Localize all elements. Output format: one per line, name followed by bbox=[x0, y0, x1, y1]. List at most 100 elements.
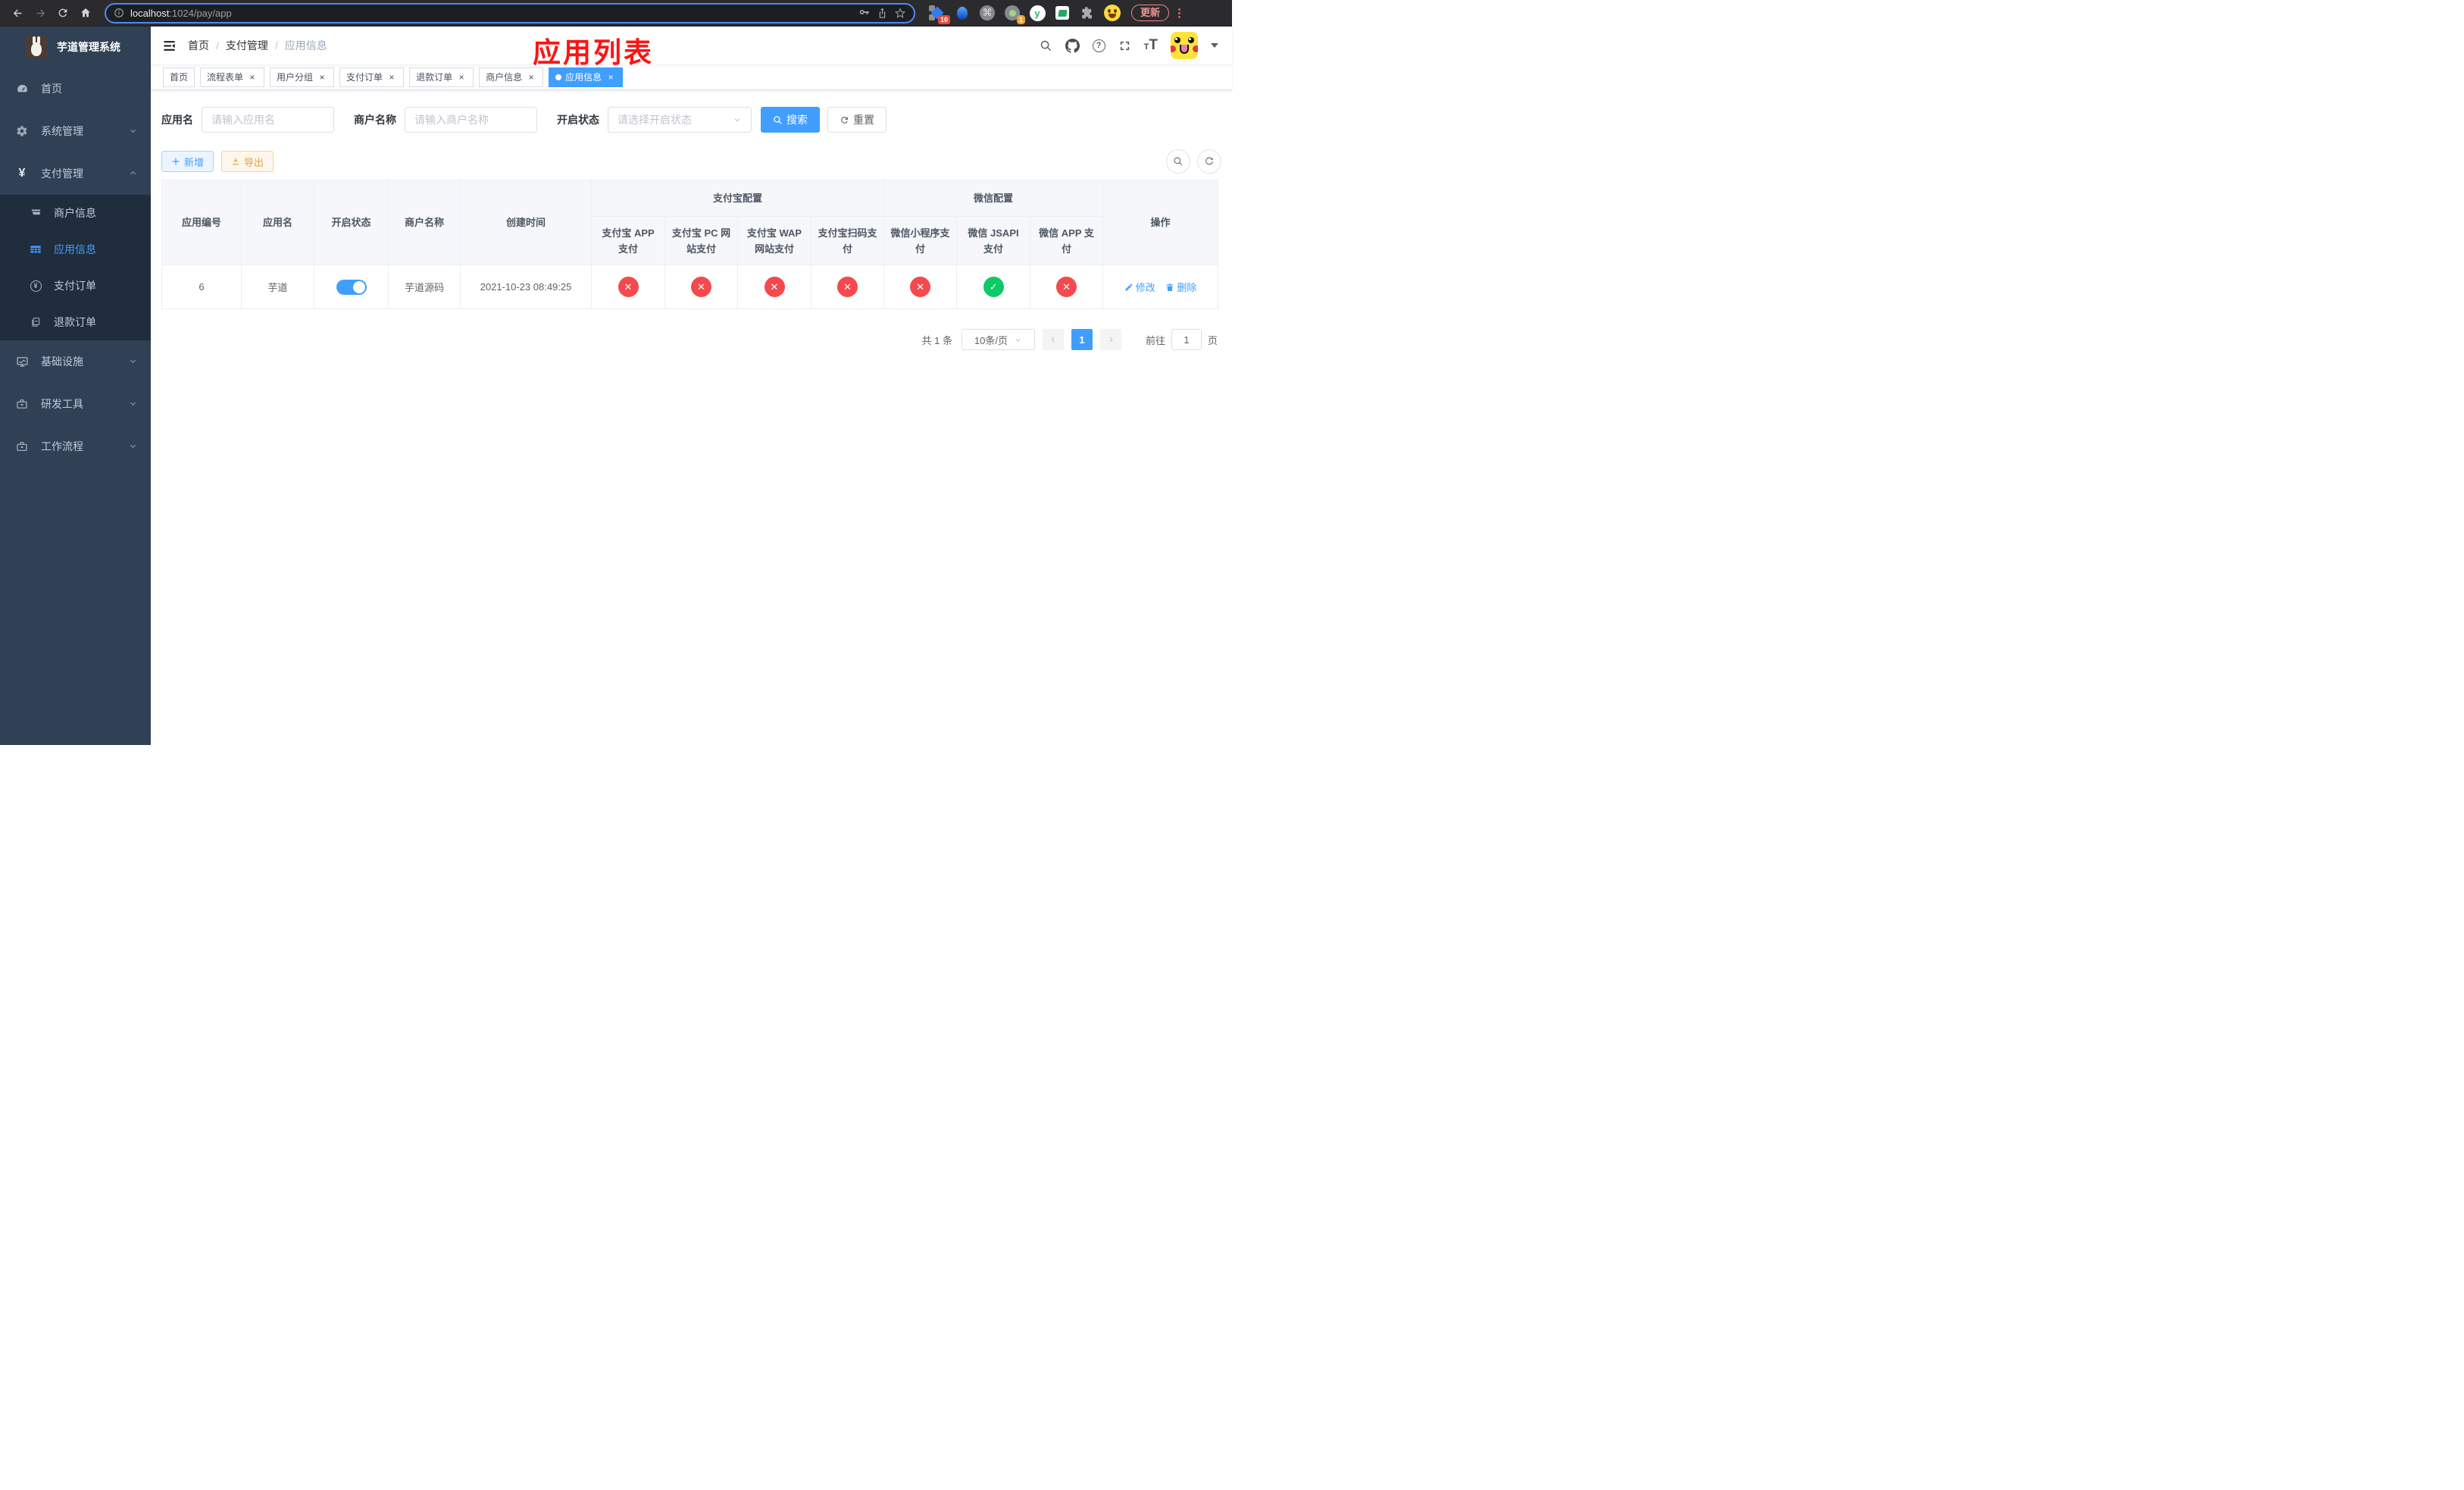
col-status: 开启状态 bbox=[314, 180, 389, 265]
sidebar-item-label: 支付管理 bbox=[41, 167, 83, 180]
browser-back-icon[interactable] bbox=[8, 3, 27, 23]
navbar-actions: ? TT bbox=[1040, 32, 1232, 59]
yudao-extension-icon[interactable]: y bbox=[1029, 5, 1046, 21]
tab-user-group[interactable]: 用户分组 × bbox=[270, 67, 335, 87]
close-icon[interactable]: × bbox=[456, 72, 467, 83]
close-icon[interactable]: × bbox=[386, 72, 397, 83]
refresh-table-button[interactable] bbox=[1197, 149, 1221, 174]
avatar-caret-icon[interactable] bbox=[1211, 43, 1218, 48]
sidebar-item-payment-orders[interactable]: ¥ 支付订单 bbox=[0, 268, 151, 304]
app-name-input[interactable] bbox=[202, 107, 334, 133]
status-toggle[interactable] bbox=[336, 279, 367, 295]
close-icon[interactable]: × bbox=[526, 72, 536, 83]
sidebar-item-label: 系统管理 bbox=[41, 125, 83, 137]
plus-icon bbox=[172, 158, 180, 165]
sidebar-item-home[interactable]: 首页 bbox=[0, 67, 151, 110]
close-icon[interactable]: × bbox=[317, 72, 327, 83]
site-info-icon[interactable] bbox=[114, 8, 124, 18]
tab-payment-orders[interactable]: 支付订单 × bbox=[339, 67, 405, 87]
gear-icon bbox=[15, 125, 29, 137]
sidebar-item-refund-orders[interactable]: 退款订单 bbox=[0, 304, 151, 340]
sidebar-item-merchant-info[interactable]: 商户信息 bbox=[0, 195, 151, 231]
export-button[interactable]: 导出 bbox=[221, 151, 274, 172]
command-extension-icon[interactable]: ⌘ bbox=[979, 5, 996, 21]
documents-icon bbox=[30, 317, 42, 327]
notify-extension-icon[interactable]: 1 bbox=[1004, 5, 1025, 24]
page-number-button[interactable]: 1 bbox=[1071, 329, 1093, 350]
tab-label: 应用信息 bbox=[565, 72, 602, 83]
profile-avatar-icon[interactable] bbox=[1104, 5, 1121, 21]
bookmark-star-icon[interactable] bbox=[894, 7, 906, 19]
user-avatar[interactable] bbox=[1171, 32, 1198, 59]
breadcrumb-home[interactable]: 首页 bbox=[188, 38, 209, 53]
prev-page-button[interactable] bbox=[1042, 329, 1064, 350]
extensions-row: 10 ⌘ 1 y bbox=[929, 5, 1121, 24]
page-size-select[interactable]: 10条/页 bbox=[961, 329, 1035, 350]
browser-menu-icon[interactable] bbox=[1174, 8, 1185, 18]
sidebar-logo[interactable]: 芋道管理系统 bbox=[0, 27, 151, 67]
search-button[interactable]: 搜索 bbox=[761, 107, 820, 133]
cell-wechat-mini: ✕ bbox=[883, 265, 958, 309]
sidebar-item-system[interactable]: 系统管理 bbox=[0, 110, 151, 152]
sidebar-item-infrastructure[interactable]: 基础设施 bbox=[0, 340, 151, 383]
merchant-name-label: 商户名称 bbox=[354, 114, 396, 126]
add-button-label: 新增 bbox=[184, 156, 205, 168]
edit-button-label: 修改 bbox=[1135, 282, 1155, 293]
font-size-icon[interactable]: TT bbox=[1144, 37, 1158, 54]
address-bar[interactable]: localhost:1024/pay/app bbox=[105, 2, 915, 23]
tab-merchant-info[interactable]: 商户信息 × bbox=[479, 67, 544, 87]
browser-update-button[interactable]: 更新 bbox=[1131, 5, 1170, 21]
url-path: :1024/pay/app bbox=[169, 7, 232, 19]
add-button[interactable]: 新增 bbox=[161, 151, 214, 172]
cell-merchant: 芋道源码 bbox=[388, 265, 461, 309]
tab-label: 用户分组 bbox=[277, 72, 314, 83]
url-text[interactable]: localhost:1024/pay/app bbox=[130, 8, 852, 19]
breadcrumb-payment[interactable]: 支付管理 bbox=[226, 38, 268, 53]
sidebar-item-dev-tools[interactable]: 研发工具 bbox=[0, 383, 151, 425]
edit-button[interactable]: 修改 bbox=[1124, 280, 1155, 294]
refresh-icon bbox=[841, 116, 848, 124]
goto-page-input[interactable] bbox=[1171, 329, 1202, 350]
tab-label: 支付订单 bbox=[346, 72, 383, 83]
cell-actions: 修改 删除 bbox=[1102, 265, 1219, 309]
github-icon[interactable] bbox=[1065, 38, 1080, 53]
chevron-down-icon bbox=[734, 118, 740, 122]
fullscreen-icon[interactable] bbox=[1118, 39, 1131, 52]
next-page-button[interactable] bbox=[1099, 329, 1121, 350]
reset-button[interactable]: 重置 bbox=[827, 107, 886, 133]
status-select[interactable]: 请选择开启状态 bbox=[608, 107, 752, 133]
tab-process-form[interactable]: 流程表单 × bbox=[200, 67, 265, 87]
cell-alipay-pc: ✕ bbox=[664, 265, 738, 309]
close-icon[interactable]: × bbox=[605, 72, 616, 83]
delete-button[interactable]: 删除 bbox=[1165, 280, 1196, 294]
help-icon[interactable]: ? bbox=[1092, 39, 1105, 52]
close-icon[interactable]: × bbox=[247, 72, 258, 83]
browser-home-icon[interactable] bbox=[76, 3, 95, 23]
edit-pen-icon bbox=[1125, 283, 1133, 290]
browser-reload-icon[interactable] bbox=[53, 3, 73, 23]
password-key-icon[interactable] bbox=[858, 7, 871, 19]
browser-forward-icon[interactable] bbox=[30, 3, 50, 23]
sidebar-item-app-info[interactable]: 应用信息 bbox=[0, 231, 151, 268]
sidebar-item-workflow[interactable]: 工作流程 bbox=[0, 425, 151, 468]
tab-refund-orders[interactable]: 退款订单 × bbox=[409, 67, 474, 87]
search-icon[interactable] bbox=[1040, 39, 1052, 52]
cell-status bbox=[314, 265, 389, 309]
pinned-extension-icon[interactable]: 10 bbox=[929, 5, 950, 24]
merchant-name-input[interactable] bbox=[405, 107, 537, 133]
show-search-button[interactable] bbox=[1166, 149, 1190, 174]
table-toolbar: 新增 导出 bbox=[161, 149, 1221, 174]
chat-extension-icon[interactable] bbox=[1054, 5, 1071, 21]
delete-button-label: 删除 bbox=[1177, 282, 1197, 293]
tab-home[interactable]: 首页 bbox=[163, 67, 195, 87]
chevron-down-icon bbox=[1015, 338, 1021, 342]
extensions-puzzle-icon[interactable] bbox=[1079, 5, 1096, 21]
sidebar-collapse-icon[interactable] bbox=[151, 27, 188, 64]
chevron-right-icon bbox=[1109, 337, 1113, 343]
browser-chrome: localhost:1024/pay/app 10 ⌘ 1 y 更新 bbox=[0, 0, 1232, 27]
gem-extension-icon[interactable] bbox=[954, 5, 971, 21]
tab-app-info[interactable]: 应用信息 × bbox=[549, 67, 624, 87]
sidebar-item-payment[interactable]: ¥ 支付管理 bbox=[0, 152, 151, 195]
app-table: 应用编号 应用名 开启状态 商户名称 创建时间 支付宝配置 微信配置 操作 支付… bbox=[161, 180, 1219, 309]
share-icon[interactable] bbox=[877, 8, 888, 19]
